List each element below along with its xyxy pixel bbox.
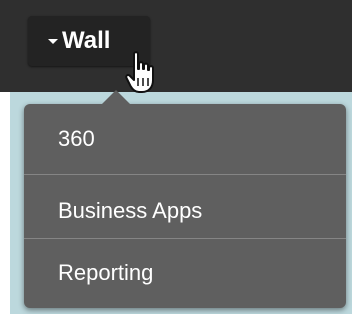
menu-item-business-apps[interactable]: Business Apps	[24, 180, 346, 240]
menu-item-label: Business Apps	[58, 198, 203, 223]
menu-item-reporting[interactable]: Reporting	[24, 242, 346, 302]
menu-divider	[24, 238, 346, 239]
wall-button-label: Wall	[62, 27, 111, 54]
caret-down-icon	[48, 39, 58, 44]
wall-dropdown-menu: 360 Business Apps Reporting	[24, 90, 346, 308]
screen: Wall 360 Business Apps Reporting	[0, 0, 352, 314]
menu-item-label: 360	[58, 126, 95, 151]
menu-divider	[24, 174, 346, 175]
hand-pointer-cursor-icon	[125, 51, 154, 93]
menu-item-360[interactable]: 360	[24, 108, 346, 168]
menu-item-label: Reporting	[58, 260, 154, 285]
